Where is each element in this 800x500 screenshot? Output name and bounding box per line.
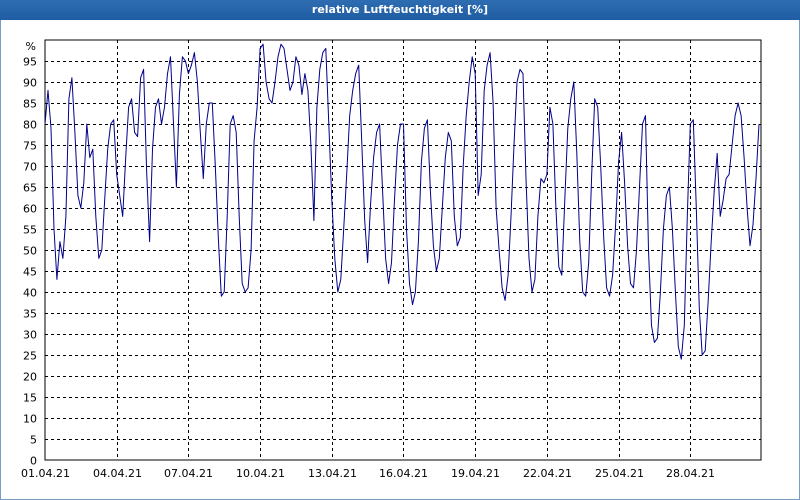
y-tick-label: 15 [23, 392, 37, 405]
x-tick-label: 04.04.21 [93, 467, 142, 480]
y-tick-label: 40 [23, 287, 37, 300]
y-tick-label: 80 [23, 119, 37, 132]
x-tick-label: 07.04.21 [164, 467, 213, 480]
y-tick-label: 20 [23, 371, 37, 384]
x-tick-label: 16.04.21 [379, 467, 428, 480]
y-tick-label: 30 [23, 329, 37, 342]
x-tick-label: 10.04.21 [236, 467, 285, 480]
humidity-chart: % 0 5 10 15 20 25 30 35 40 45 50 55 60 65 70 75 80 85 90 95… [21, 39, 762, 480]
x-tick-label: 13.04.21 [308, 467, 357, 480]
y-tick-label: 65 [23, 182, 37, 195]
y-tick-labels: 0 5 10 15 20 25 30 35 40 45 50 55 60 65 70 75 80 85 90 95 [23, 56, 37, 468]
y-tick-label: 35 [23, 308, 37, 321]
x-tick-labels: 01.04.21 04.04.21 07.04.21 10.04.21 13.04.21… [21, 467, 715, 480]
y-tick-label: 25 [23, 350, 37, 363]
x-tick-label: 01.04.21 [21, 467, 70, 480]
y-tick-label: 50 [23, 245, 37, 258]
y-tick-label: 10 [23, 413, 37, 426]
y-axis-unit-label: % [26, 40, 36, 53]
y-tick-label: 55 [23, 224, 37, 237]
y-tick-label: 90 [23, 77, 37, 90]
chart-title: relative Luftfeuchtigkeit [%] [0, 0, 800, 20]
x-tick-label: 28.04.21 [666, 467, 715, 480]
x-tick-label: 19.04.21 [451, 467, 500, 480]
y-tick-label: 95 [23, 56, 37, 69]
x-tick-label: 25.04.21 [595, 467, 644, 480]
y-tick-label: 0 [30, 455, 37, 468]
y-tick-label: 85 [23, 98, 37, 111]
y-tick-label: 5 [30, 434, 37, 447]
x-tick-label: 22.04.21 [523, 467, 572, 480]
y-tick-label: 70 [23, 161, 37, 174]
y-tick-label: 60 [23, 203, 37, 216]
y-tick-label: 75 [23, 140, 37, 153]
y-tick-label: 45 [23, 266, 37, 279]
